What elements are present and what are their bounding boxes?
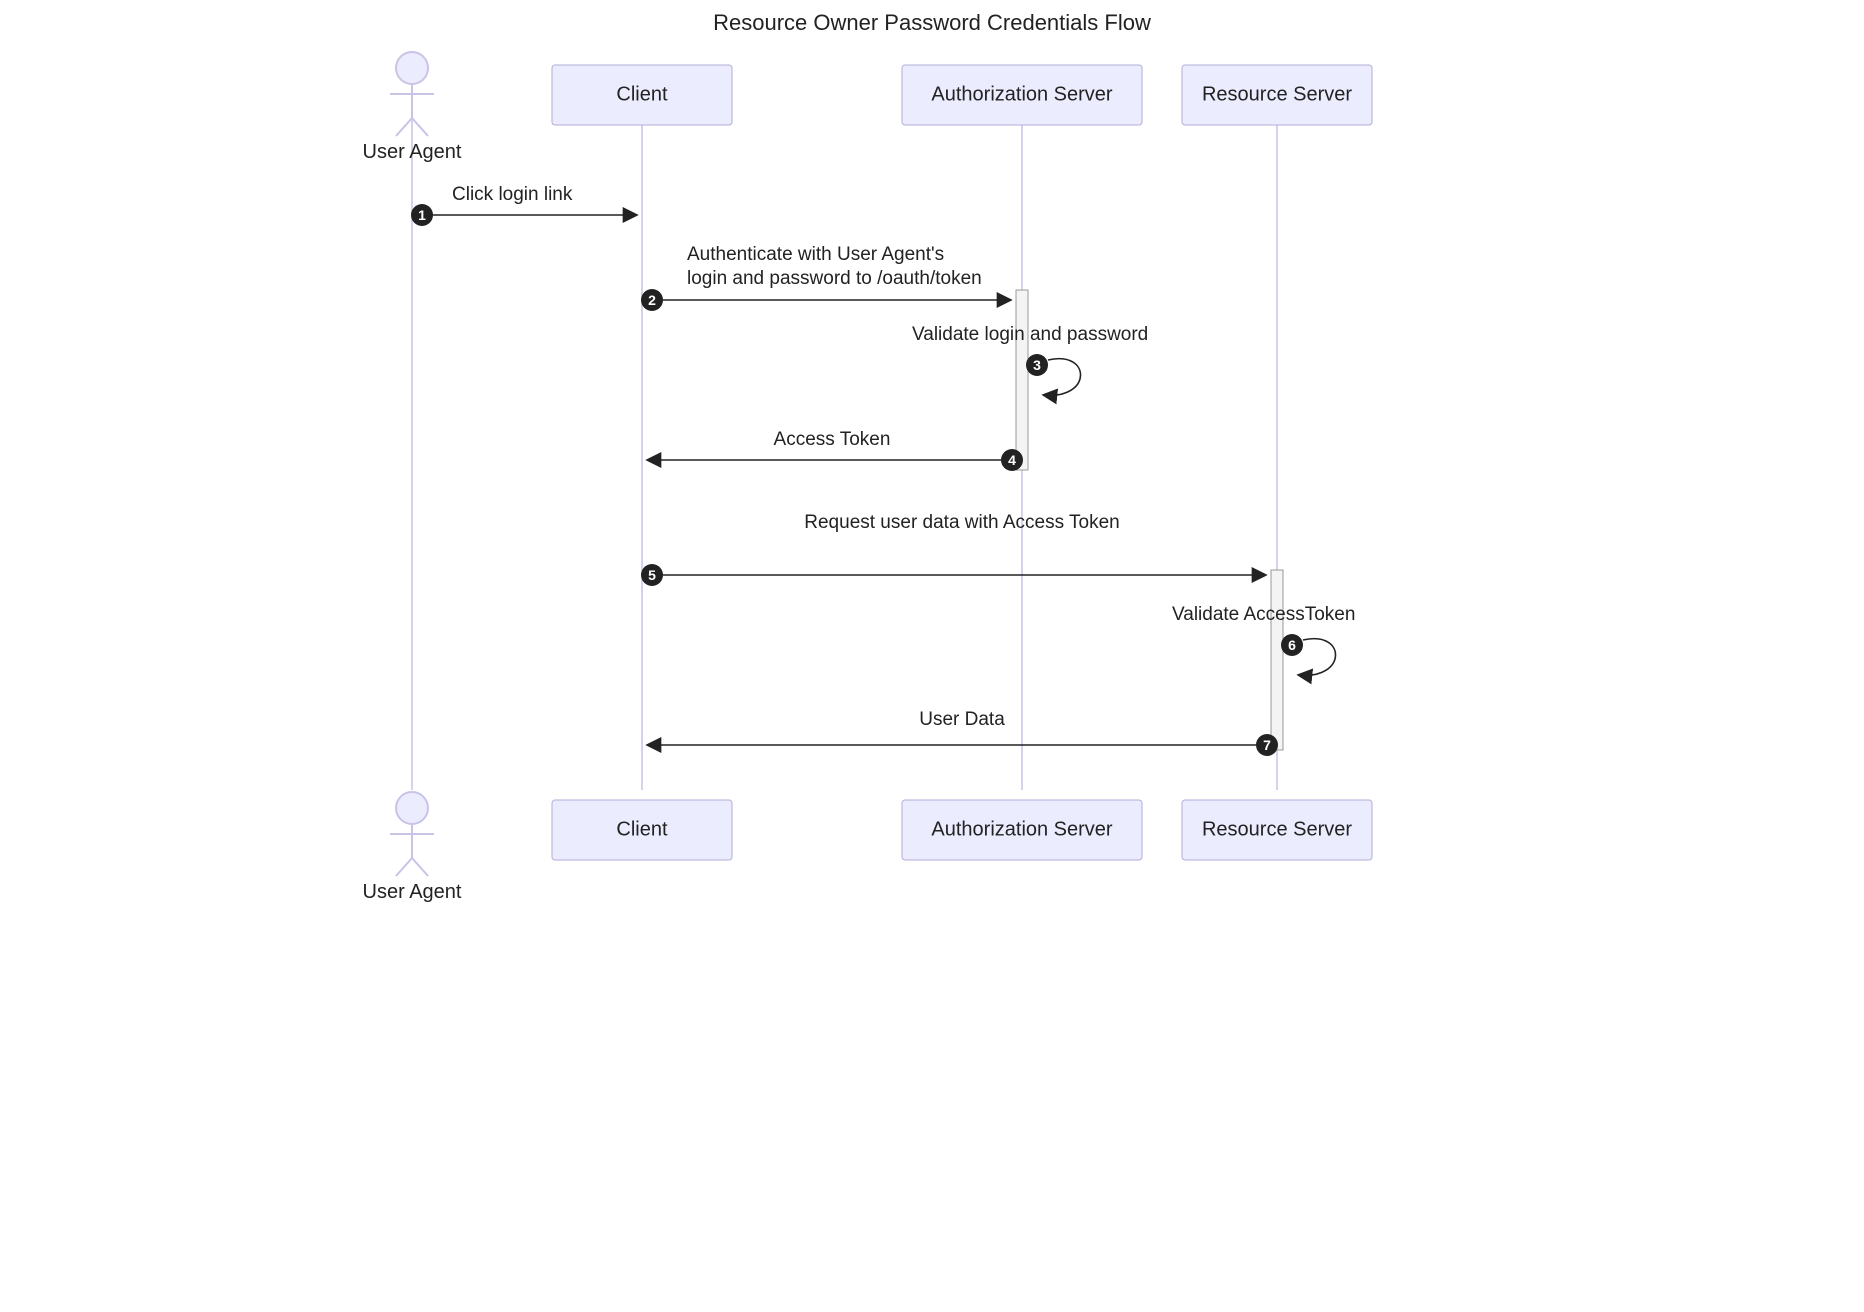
message-5: 5 Request user data with Access Token xyxy=(641,512,1265,586)
actor-user-agent-top: User Agent xyxy=(363,52,462,163)
diagram-title: Resource Owner Password Credentials Flow xyxy=(713,10,1151,35)
svg-text:4: 4 xyxy=(1008,452,1016,468)
svg-text:Resource Server: Resource Server xyxy=(1202,818,1352,840)
svg-text:Authenticate with User Agent's: Authenticate with User Agent's xyxy=(687,244,944,265)
svg-text:Validate login and password: Validate login and password xyxy=(912,324,1148,345)
svg-text:3: 3 xyxy=(1033,357,1041,373)
sequence-diagram: Resource Owner Password Credentials Flow… xyxy=(292,0,1572,930)
message-6: Validate AccessToken 6 xyxy=(1172,604,1355,675)
message-4: 4 Access Token xyxy=(648,429,1023,471)
activation-resource-server xyxy=(1271,570,1283,750)
svg-text:1: 1 xyxy=(418,207,426,223)
participant-resource-server-bottom: Resource Server xyxy=(1182,800,1372,860)
participant-client-bottom: Client xyxy=(552,800,732,860)
message-1: 1 Click login link xyxy=(411,184,636,226)
participant-auth-server-top: Authorization Server xyxy=(902,65,1142,125)
svg-text:login and password to /oauth/t: login and password to /oauth/token xyxy=(687,268,982,289)
svg-text:Resource Server: Resource Server xyxy=(1202,83,1352,105)
svg-text:2: 2 xyxy=(648,292,656,308)
svg-text:Authorization Server: Authorization Server xyxy=(931,83,1113,105)
message-7: 7 User Data xyxy=(648,709,1278,756)
participant-resource-server-top: Resource Server xyxy=(1182,65,1372,125)
participant-client-top: Client xyxy=(552,65,732,125)
actor-user-agent-bottom-label: User Agent xyxy=(363,881,462,903)
svg-text:Authorization Server: Authorization Server xyxy=(931,818,1113,840)
actor-user-agent-top-label: User Agent xyxy=(363,141,462,163)
svg-text:Click login link: Click login link xyxy=(452,184,573,205)
message-2: 2 Authenticate with User Agent's login a… xyxy=(641,244,1010,311)
svg-text:5: 5 xyxy=(648,567,656,583)
svg-text:7: 7 xyxy=(1263,737,1271,753)
svg-text:Validate AccessToken: Validate AccessToken xyxy=(1172,604,1355,625)
actor-user-agent-bottom: User Agent xyxy=(363,792,462,903)
svg-text:Client: Client xyxy=(616,818,668,840)
message-3: Validate login and password 3 xyxy=(912,324,1148,395)
svg-text:6: 6 xyxy=(1288,637,1296,653)
participant-auth-server-bottom: Authorization Server xyxy=(902,800,1142,860)
svg-text:Request user data with Access: Request user data with Access Token xyxy=(804,512,1119,533)
svg-text:User Data: User Data xyxy=(919,709,1005,730)
svg-text:Client: Client xyxy=(616,83,668,105)
svg-text:Access Token: Access Token xyxy=(774,429,891,450)
activation-auth-server xyxy=(1016,290,1028,470)
